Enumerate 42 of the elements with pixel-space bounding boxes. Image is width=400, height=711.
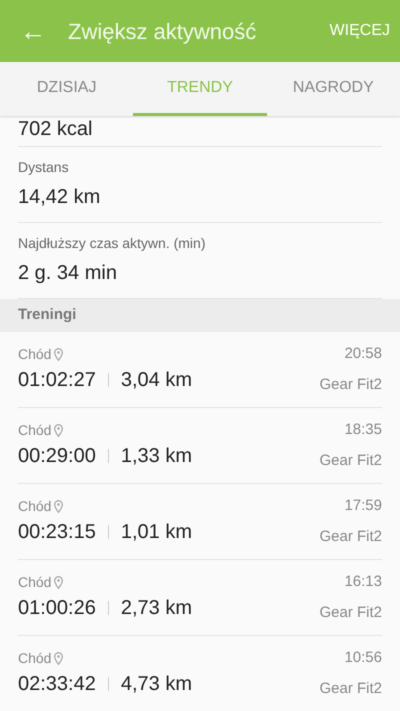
workout-item[interactable]: Chód 00:29:00 1,33 km 18:35 Gear Fit2 bbox=[18, 408, 382, 484]
location-pin-icon bbox=[54, 652, 64, 665]
workout-item[interactable]: Chód 00:23:15 1,01 km 17:59 Gear Fit2 bbox=[18, 484, 382, 560]
workout-duration: 02:33:42 bbox=[18, 672, 96, 697]
location-pin-icon bbox=[54, 576, 64, 589]
workout-time: 18:35 bbox=[343, 420, 382, 440]
stat-value: 2 g. 34 min bbox=[18, 261, 118, 286]
stat-label: Dystans bbox=[18, 158, 70, 177]
device-name: Gear Fit2 bbox=[319, 602, 382, 622]
screen-title: Zwiększ aktywność bbox=[68, 18, 256, 46]
calories-value: 702 kcal bbox=[18, 117, 94, 142]
workout-distance: 2,73 km bbox=[120, 596, 192, 621]
activity-type: Chód bbox=[18, 573, 52, 592]
section-header: Treningi bbox=[18, 305, 76, 326]
device-name: Gear Fit2 bbox=[319, 450, 382, 470]
activity-type: Chód bbox=[18, 497, 52, 516]
workout-time: 20:58 bbox=[343, 344, 382, 364]
device-name: Gear Fit2 bbox=[319, 526, 382, 546]
workout-duration: 00:29:00 bbox=[18, 444, 96, 469]
stat-value: 14,42 km bbox=[18, 185, 102, 210]
workout-time: 16:13 bbox=[343, 572, 382, 592]
stat-label: Najdłuższy czas aktywn. (min) bbox=[18, 234, 206, 253]
workout-distance: 1,01 km bbox=[120, 520, 192, 545]
activity-type: Chód bbox=[18, 649, 52, 668]
workout-item[interactable]: Chód 02:33:42 4,73 km 10:56 Gear Fit2 bbox=[18, 636, 382, 711]
workout-distance: 3,04 km bbox=[120, 368, 192, 393]
workout-duration: 00:23:15 bbox=[18, 520, 96, 545]
workout-time: 17:59 bbox=[343, 496, 382, 516]
activity-type: Chód bbox=[18, 345, 52, 364]
workout-distance: 4,73 km bbox=[120, 672, 192, 697]
workout-item[interactable]: Chód 01:02:27 3,04 km 20:58 Gear Fit2 bbox=[18, 332, 382, 408]
workout-distance: 1,33 km bbox=[120, 444, 192, 469]
workout-item[interactable]: Chód 01:00:26 2,73 km 16:13 Gear Fit2 bbox=[18, 560, 382, 636]
location-pin-icon bbox=[54, 348, 64, 361]
activity-type: Chód bbox=[18, 421, 52, 440]
workout-duration: 01:00:26 bbox=[18, 596, 96, 621]
device-name: Gear Fit2 bbox=[319, 374, 382, 394]
location-pin-icon bbox=[54, 424, 64, 437]
workout-duration: 01:02:27 bbox=[18, 368, 96, 393]
workout-time: 10:56 bbox=[343, 648, 382, 668]
device-name: Gear Fit2 bbox=[319, 678, 382, 698]
location-pin-icon bbox=[54, 500, 64, 513]
